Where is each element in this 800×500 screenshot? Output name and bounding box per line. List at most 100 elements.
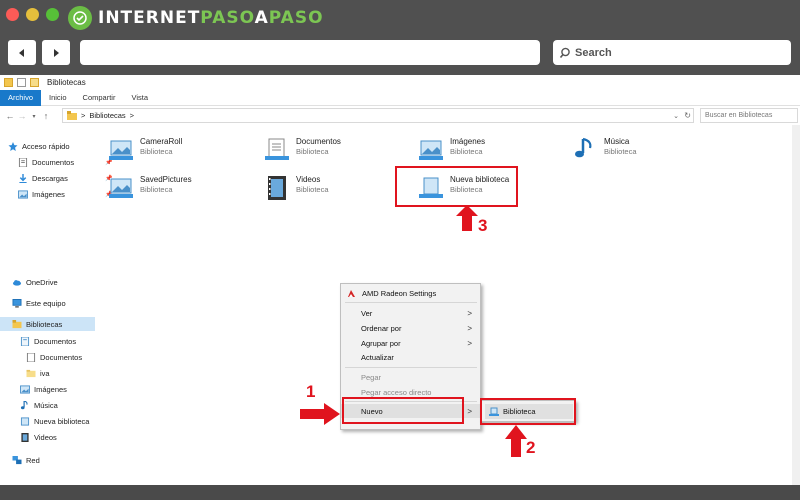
nav-label: Documentos	[40, 352, 83, 362]
menu-item-agrupar-por[interactable]: Agrupar por >	[341, 336, 480, 350]
folder-icon	[4, 78, 13, 87]
address-bar[interactable]: > Bibliotecas > ⌄ ↻	[62, 108, 694, 123]
nav-red[interactable]: Red	[12, 453, 40, 467]
recent-dropdown-icon[interactable]: ▾	[28, 113, 40, 120]
chevron-right-icon: >	[467, 406, 472, 416]
nav-quick-access[interactable]: Acceso rápido	[8, 139, 70, 153]
menu-item-actualizar[interactable]: Actualizar	[341, 350, 480, 364]
nav-label: Nueva biblioteca	[34, 416, 90, 426]
maximize-window-button[interactable]	[46, 8, 59, 21]
nav-label: Música	[34, 400, 58, 410]
pictures-library-icon	[419, 140, 443, 160]
library-musica[interactable]: Música Biblioteca	[572, 137, 637, 163]
music-library-icon	[575, 137, 592, 158]
back-icon[interactable]: ←	[4, 111, 16, 121]
savedpictures-library-icon	[109, 178, 133, 198]
properties-icon[interactable]	[17, 78, 26, 87]
nav-label: Este equipo	[26, 298, 66, 308]
browser-search-box[interactable]: Search	[553, 40, 791, 65]
menu-item-amd-radeon[interactable]: AMD Radeon Settings	[341, 286, 480, 300]
library-imagenes[interactable]: Imágenes Biblioteca	[418, 137, 485, 163]
browser-chrome: INTERNETPASOAPASO Search	[0, 0, 800, 75]
pictures-icon	[18, 189, 28, 199]
library-type: Biblioteca	[140, 147, 173, 156]
folder-icon	[26, 369, 36, 377]
bottom-border	[0, 485, 800, 500]
library-type: Biblioteca	[296, 147, 329, 156]
browser-back-button[interactable]	[8, 40, 36, 65]
libraries-icon	[12, 319, 22, 328]
nav-quick-documentos[interactable]: Documentos 📌	[18, 155, 112, 169]
forward-icon[interactable]: →	[16, 111, 28, 121]
explorer-search-input[interactable]: Buscar en Bibliotecas	[700, 108, 798, 123]
menu-separator	[345, 367, 477, 368]
library-type: Biblioteca	[450, 147, 483, 156]
brand-logo: INTERNETPASOAPASO	[68, 6, 324, 30]
tab-archivo[interactable]: Archivo	[0, 89, 42, 106]
menu-separator	[345, 302, 477, 303]
nav-lib-iva[interactable]: iva	[26, 366, 50, 380]
cloud-icon	[12, 279, 22, 286]
nav-quick-imagenes[interactable]: Imágenes 📌	[18, 187, 112, 201]
new-folder-icon[interactable]	[30, 78, 39, 87]
scrollbar[interactable]	[792, 125, 800, 485]
url-bar[interactable]	[80, 40, 540, 65]
tab-vista[interactable]: Vista	[123, 90, 156, 106]
browser-forward-button[interactable]	[42, 40, 70, 65]
library-cameraroll[interactable]: CameraRoll Biblioteca	[108, 137, 182, 163]
annotation-arrow-up	[456, 205, 478, 231]
ribbon-tabs: Archivo Inicio Compartir Vista	[0, 89, 800, 106]
menu-item-ordenar-por[interactable]: Ordenar por >	[341, 321, 480, 335]
nav-label: Documentos	[34, 336, 77, 346]
nav-lib-imagenes[interactable]: Imágenes	[20, 382, 67, 396]
search-placeholder: Search	[575, 46, 612, 59]
library-type: Biblioteca	[296, 185, 329, 194]
nav-bibliotecas[interactable]: Bibliotecas	[0, 317, 95, 331]
tab-inicio[interactable]: Inicio	[41, 90, 75, 106]
close-window-button[interactable]	[6, 8, 19, 21]
library-name: Imágenes	[450, 137, 486, 146]
refresh-icon[interactable]: ↻	[684, 111, 691, 120]
nav-label: OneDrive	[26, 277, 58, 287]
document-icon	[18, 157, 28, 167]
nav-label: Bibliotecas	[26, 319, 63, 329]
menu-label: AMD Radeon Settings	[362, 288, 437, 298]
library-icon	[20, 416, 30, 426]
brand-logo-icon	[68, 6, 92, 30]
library-documentos[interactable]: Documentos Biblioteca	[264, 137, 341, 163]
nav-label: Imágenes	[32, 189, 65, 199]
nav-quick-descargas[interactable]: Descargas 📌	[18, 171, 112, 185]
address-dropdown-icon[interactable]: ⌄	[673, 112, 679, 120]
network-icon	[12, 455, 22, 464]
menu-item-ver[interactable]: Ver >	[341, 306, 480, 320]
nav-lib-documentos[interactable]: Documentos	[20, 334, 76, 348]
library-savedpictures[interactable]: SavedPictures Biblioteca	[108, 175, 192, 201]
highlight-biblioteca	[480, 398, 576, 425]
library-name: SavedPictures	[140, 175, 192, 184]
menu-label: Pegar acceso directo	[361, 387, 432, 397]
search-icon	[559, 47, 570, 58]
nav-este-equipo[interactable]: Este equipo	[12, 296, 66, 310]
nav-lib-documentos-sub[interactable]: Documentos	[26, 350, 82, 364]
minimize-window-button[interactable]	[26, 8, 39, 21]
library-name: Música	[604, 137, 630, 146]
address-row: ← → ▾ ↑ > Bibliotecas > ⌄ ↻ Buscar en Bi…	[0, 108, 800, 124]
navigation-pane: Acceso rápido Documentos 📌 Descargas 📌 I…	[0, 135, 112, 485]
nav-onedrive[interactable]: OneDrive	[12, 275, 58, 289]
nav-label: Documentos	[32, 157, 75, 167]
library-name: Videos	[296, 175, 321, 184]
library-videos[interactable]: Videos Biblioteca	[264, 175, 329, 201]
download-icon	[19, 173, 27, 183]
menu-label: Ordenar por	[361, 323, 402, 333]
documents-library-icon	[20, 336, 30, 346]
amd-radeon-icon	[348, 289, 355, 297]
up-icon[interactable]: ↑	[40, 111, 52, 121]
nav-lib-musica[interactable]: Música	[20, 398, 58, 412]
menu-item-pegar[interactable]: Pegar	[341, 370, 480, 384]
address-path: Bibliotecas	[89, 111, 126, 120]
tab-compartir[interactable]: Compartir	[75, 90, 124, 106]
menu-label: Agrupar por	[361, 338, 401, 348]
nav-lib-videos[interactable]: Videos	[20, 430, 57, 444]
nav-lib-nueva-biblioteca[interactable]: Nueva biblioteca	[20, 414, 89, 428]
nav-label: Videos	[34, 432, 57, 442]
